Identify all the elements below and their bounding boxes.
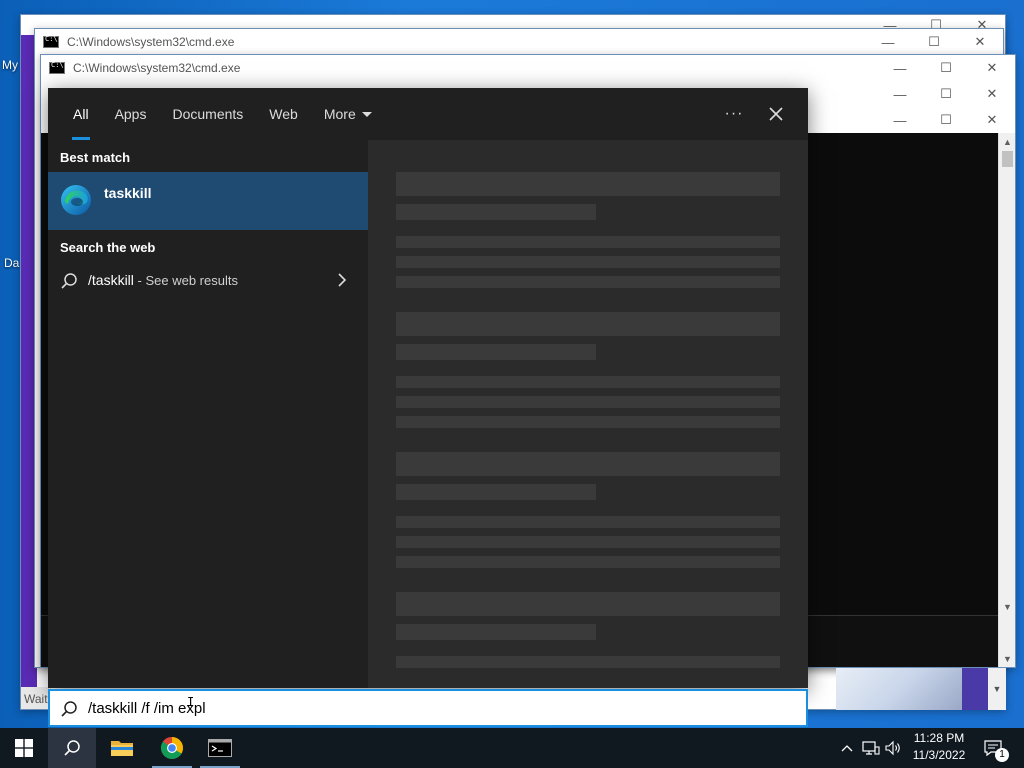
search-icon bbox=[64, 740, 80, 756]
taskbar-search-button[interactable] bbox=[48, 728, 96, 768]
start-button[interactable] bbox=[0, 728, 48, 768]
vertical-scrollbar[interactable]: ▲ ▼ ▼ bbox=[998, 133, 1015, 667]
close-button[interactable]: ✕ bbox=[969, 107, 1015, 133]
tab-label: More bbox=[323, 106, 356, 122]
minimize-button[interactable]: — bbox=[877, 81, 923, 107]
tab-label: All bbox=[73, 106, 89, 122]
search-web-heading: Search the web bbox=[60, 240, 156, 255]
caret-down-icon bbox=[361, 111, 372, 117]
background-image-fragment bbox=[962, 668, 988, 710]
close-button[interactable]: ✕ bbox=[957, 29, 1003, 55]
tab-web[interactable]: Web bbox=[256, 88, 311, 140]
clock-time: 11:28 PM bbox=[913, 731, 965, 745]
window-title: C:\Windows\system32\cmd.exe bbox=[73, 61, 241, 75]
scroll-down-arrow[interactable]: ▼ bbox=[999, 598, 1016, 615]
volume-icon bbox=[885, 740, 900, 756]
desktop-icon-label[interactable]: Da bbox=[4, 256, 19, 270]
search-box[interactable]: I bbox=[48, 689, 808, 727]
desktop-icon-label[interactable]: My bbox=[2, 58, 18, 72]
file-explorer-icon bbox=[111, 741, 133, 756]
search-icon bbox=[61, 273, 77, 289]
taskbar-chrome[interactable] bbox=[148, 728, 196, 768]
notification-badge: 1 bbox=[995, 748, 1009, 762]
close-button[interactable]: ✕ bbox=[969, 55, 1015, 81]
web-result-suffix: - See web results bbox=[133, 273, 238, 288]
close-icon bbox=[769, 107, 783, 121]
tab-label: Web bbox=[269, 106, 298, 122]
more-options-button[interactable]: ··· bbox=[720, 100, 748, 128]
tab-all[interactable]: All bbox=[60, 88, 102, 140]
mouse-cursor-icon: I bbox=[187, 695, 195, 709]
cmd-icon bbox=[43, 35, 59, 48]
minimize-button[interactable]: — bbox=[865, 29, 911, 55]
tab-documents[interactable]: Documents bbox=[159, 88, 256, 140]
search-panel: All Apps Documents Web More ··· Best mat… bbox=[48, 88, 808, 688]
taskbar-file-explorer[interactable] bbox=[98, 728, 146, 768]
start-icon bbox=[15, 739, 33, 757]
taskbar: 11:28 PM 11/3/2022 bbox=[0, 728, 1024, 768]
best-match-name: taskkill bbox=[104, 185, 152, 201]
window-title: C:\Windows\system32\cmd.exe bbox=[67, 35, 235, 49]
scroll-down-arrow[interactable]: ▼ bbox=[988, 668, 1006, 710]
clock[interactable]: 11:28 PM 11/3/2022 bbox=[904, 730, 974, 766]
maximize-button[interactable]: ☐ bbox=[911, 29, 957, 55]
close-button[interactable]: ✕ bbox=[969, 81, 1015, 107]
background-image-fragment bbox=[836, 668, 962, 710]
chrome-icon bbox=[160, 736, 183, 759]
scroll-thumb[interactable] bbox=[1002, 151, 1013, 167]
network-icon bbox=[862, 741, 880, 755]
status-text: Wait bbox=[21, 687, 51, 709]
tab-more[interactable]: More bbox=[311, 88, 385, 140]
tab-label: Apps bbox=[114, 106, 147, 122]
network-button[interactable] bbox=[860, 728, 882, 768]
search-tabs: All Apps Documents Web More bbox=[48, 88, 808, 140]
tab-apps[interactable]: Apps bbox=[102, 88, 160, 140]
web-query: /taskkill bbox=[88, 272, 134, 288]
tab-label: Documents bbox=[172, 106, 244, 122]
web-search-result[interactable]: /taskkill - See web results bbox=[48, 264, 368, 298]
scroll-down-arrow[interactable]: ▼ bbox=[999, 650, 1016, 667]
edge-icon bbox=[61, 185, 91, 215]
web-result-text: /taskkill - See web results bbox=[88, 272, 238, 288]
chevron-up-icon bbox=[841, 745, 853, 752]
chevron-right-icon[interactable] bbox=[336, 273, 348, 287]
cmd-icon bbox=[49, 61, 65, 74]
cmd-titlebar[interactable]: C:\Windows\system32\cmd.exe — ☐ ✕ bbox=[35, 29, 1003, 55]
maximize-button[interactable]: ☐ bbox=[923, 55, 969, 81]
minimize-button[interactable]: — bbox=[877, 107, 923, 133]
maximize-button[interactable]: ☐ bbox=[923, 81, 969, 107]
scroll-up-arrow[interactable]: ▲ bbox=[999, 133, 1016, 150]
minimize-button[interactable]: — bbox=[877, 55, 923, 81]
close-button[interactable] bbox=[762, 100, 790, 128]
search-icon bbox=[61, 701, 77, 717]
preview-pane bbox=[368, 140, 808, 688]
volume-button[interactable] bbox=[882, 728, 904, 768]
cmd-icon bbox=[208, 739, 232, 757]
cmd-titlebar[interactable]: C:\Windows\system32\cmd.exe — ☐ ✕ bbox=[41, 55, 1015, 81]
taskbar-cmd[interactable] bbox=[196, 728, 244, 768]
results-pane: Best match taskkill Search the web /task… bbox=[48, 140, 368, 688]
show-hidden-icons-button[interactable] bbox=[838, 728, 856, 768]
best-match-heading: Best match bbox=[60, 150, 131, 165]
maximize-button[interactable]: ☐ bbox=[923, 107, 969, 133]
best-match-result[interactable]: taskkill bbox=[48, 172, 368, 230]
clock-date: 11/3/2022 bbox=[912, 748, 966, 762]
